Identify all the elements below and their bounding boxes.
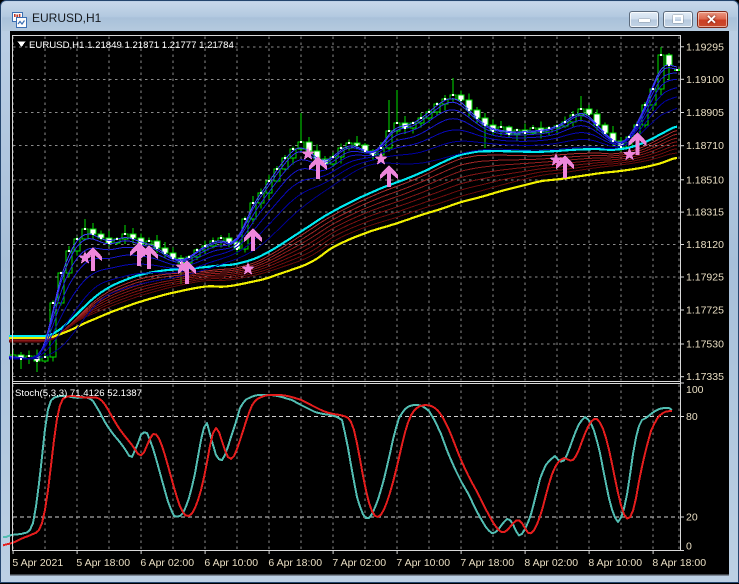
svg-text:100: 100 — [686, 384, 704, 396]
svg-text:1.17530: 1.17530 — [686, 339, 724, 351]
svg-text:20: 20 — [686, 512, 698, 524]
svg-text:1.18315: 1.18315 — [686, 207, 724, 219]
svg-text:8 Apr 18:00: 8 Apr 18:00 — [652, 557, 706, 569]
svg-text:8 Apr 10:00: 8 Apr 10:00 — [588, 557, 642, 569]
svg-text:Stoch(5,3,3) 71.4126 52.1387: Stoch(5,3,3) 71.4126 52.1387 — [15, 388, 142, 399]
svg-text:1.18120: 1.18120 — [686, 239, 724, 251]
svg-text:6 Apr 10:00: 6 Apr 10:00 — [204, 557, 258, 569]
svg-text:1.18510: 1.18510 — [686, 174, 724, 186]
svg-text:1.17725: 1.17725 — [686, 305, 724, 317]
svg-text:7 Apr 10:00: 7 Apr 10:00 — [396, 557, 450, 569]
svg-text:1.18905: 1.18905 — [686, 107, 724, 119]
svg-text:80: 80 — [686, 411, 698, 423]
svg-text:0: 0 — [686, 541, 692, 553]
svg-text:6 Apr 02:00: 6 Apr 02:00 — [140, 557, 194, 569]
svg-text:6 Apr 18:00: 6 Apr 18:00 — [268, 557, 322, 569]
svg-text:1.17335: 1.17335 — [686, 371, 724, 383]
svg-text:7 Apr 02:00: 7 Apr 02:00 — [332, 557, 386, 569]
svg-text:EURUSD,H1 1.21849 1.21871 1.2: EURUSD,H1 1.21849 1.21871 1.21777 1.2178… — [29, 40, 234, 51]
svg-text:1.19100: 1.19100 — [686, 74, 724, 86]
svg-text:5 Apr 18:00: 5 Apr 18:00 — [76, 557, 130, 569]
svg-text:1.18710: 1.18710 — [686, 140, 724, 152]
svg-text:7 Apr 18:00: 7 Apr 18:00 — [460, 557, 514, 569]
svg-text:1.17925: 1.17925 — [686, 272, 724, 284]
svg-text:5 Apr 2021: 5 Apr 2021 — [12, 557, 63, 569]
svg-text:1.19295: 1.19295 — [686, 41, 724, 53]
svg-text:8 Apr 02:00: 8 Apr 02:00 — [524, 557, 578, 569]
